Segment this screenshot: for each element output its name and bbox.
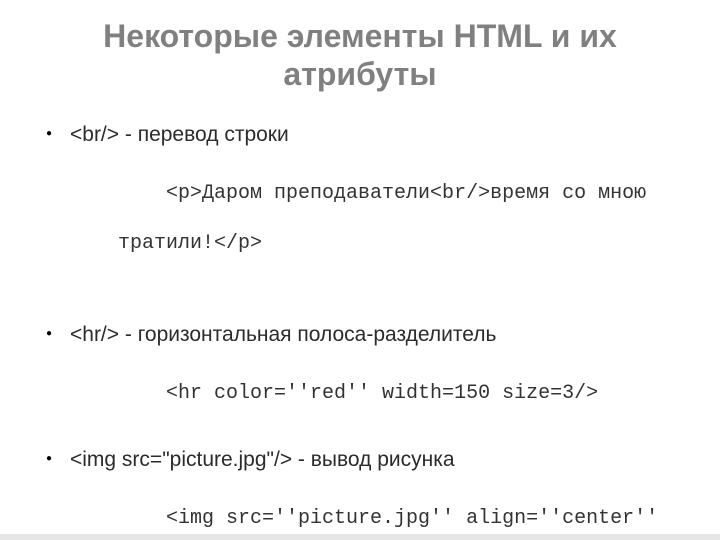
code-line: <hr color=''red'' width=150 size=3/> xyxy=(166,382,598,405)
slide-title: Некоторые элементы HTML и их атрибуты xyxy=(40,18,680,94)
bullet-item: <hr/> - горизонтальная полоса-разделител… xyxy=(40,322,680,348)
slide: Некоторые элементы HTML и их атрибуты <b… xyxy=(0,0,720,540)
content-list: <br/> - перевод строки <p>Даром преподав… xyxy=(40,122,680,540)
slide-content: <br/> - перевод строки <p>Даром преподав… xyxy=(40,122,680,540)
bullet-item: <img src="picture.jpg"/> - вывод рисунка xyxy=(40,447,680,473)
code-example: <p>Даром преподаватели<br/>время со мною… xyxy=(40,156,680,306)
code-line: <p>Даром преподаватели<br/>время со мною xyxy=(166,182,646,205)
code-example: <hr color=''red'' width=150 size=3/> xyxy=(40,356,680,431)
code-example: <img src=''picture.jpg'' align=''center'… xyxy=(40,481,680,540)
code-line: <img src=''picture.jpg'' align=''center'… xyxy=(166,507,658,530)
code-line-wrap: тратили!</p> xyxy=(70,231,680,256)
footer-bar xyxy=(0,534,720,540)
bullet-item: <br/> - перевод строки xyxy=(40,122,680,148)
